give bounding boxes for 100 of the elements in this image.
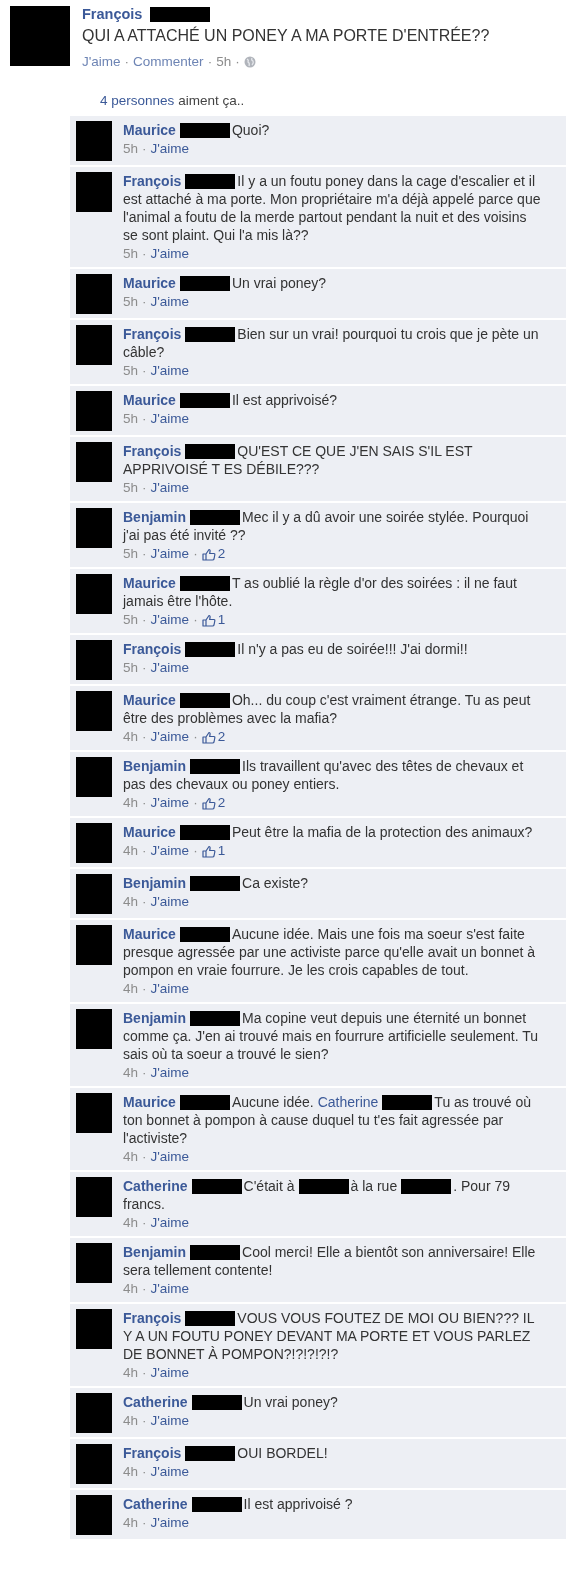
like-link[interactable]: J'aime [150, 293, 190, 311]
author-link[interactable]: François [82, 6, 143, 22]
author-link[interactable]: Maurice [123, 824, 176, 840]
author-link[interactable]: Maurice [123, 926, 176, 942]
comment-text: François QU'EST CE QUE J'EN SAIS S'IL EST APPRIVOISÉ T ES DÉBILE??? [123, 442, 474, 478]
timestamp: 4h [123, 1514, 139, 1532]
like-link[interactable]: J'aime [150, 1148, 190, 1166]
comment-text: Maurice Quoi? [123, 121, 271, 139]
avatar[interactable] [76, 574, 112, 614]
avatar[interactable] [76, 1243, 112, 1283]
separator-dot: · [141, 1514, 148, 1532]
like-link[interactable]: J'aime [150, 140, 190, 158]
like-link[interactable]: J'aime [150, 1064, 190, 1082]
mention-link[interactable]: Catherine [317, 1094, 379, 1110]
separator-dot: · [141, 893, 148, 911]
author-link[interactable]: François [123, 443, 182, 459]
like-link[interactable]: J'aime [150, 659, 190, 677]
likers-link[interactable]: 4 personnes [100, 93, 175, 108]
author-link[interactable]: Maurice [123, 275, 176, 291]
like-link[interactable]: J'aime [150, 1364, 190, 1382]
author-link[interactable]: Benjamin [123, 509, 186, 525]
avatar[interactable] [76, 325, 112, 365]
avatar[interactable] [76, 640, 112, 680]
redaction-bar [185, 174, 236, 189]
author-link[interactable]: Catherine [123, 1178, 188, 1194]
comment-text: Maurice T as oublié la règle d'or des soirées : il ne faut jamais être l'hôte. [123, 574, 518, 610]
redaction-bar [190, 510, 240, 525]
comment-text: François VOUS VOUS FOUTEZ DE MOI OU BIEN??? IL Y A UN FOUTU PONEY DEVANT MA PORTE ET VOUS PARLEZ DE BONNET À POMPON?!?!?!?!? [123, 1309, 535, 1363]
avatar[interactable] [76, 925, 112, 965]
avatar[interactable] [76, 172, 112, 212]
timestamp: 4h [123, 1214, 139, 1232]
avatar[interactable] [76, 1177, 112, 1217]
author-link[interactable]: Benjamin [123, 875, 186, 891]
avatar[interactable] [76, 1009, 112, 1049]
separator-dot: · [141, 1364, 148, 1382]
like-link[interactable]: J'aime [150, 1412, 190, 1430]
like-count[interactable]: 1 [201, 842, 226, 860]
like-link[interactable]: J'aime [150, 980, 190, 998]
separator-dot: · [206, 53, 214, 71]
like-count[interactable]: 2 [201, 545, 226, 563]
comment-text: Maurice Oh... du coup c'est vraiment étrange. Tu as peut être des problèmes avec la mafia? [123, 691, 532, 727]
avatar[interactable] [76, 508, 112, 548]
like-link[interactable]: J'aime [150, 245, 190, 263]
avatar[interactable] [76, 823, 112, 863]
avatar[interactable] [76, 1309, 112, 1349]
like-link[interactable]: J'aime [150, 410, 190, 428]
like-count[interactable]: 1 [201, 611, 226, 629]
like-link[interactable]: J'aime [150, 842, 190, 860]
like-link[interactable]: J'aime [150, 479, 190, 497]
avatar[interactable] [76, 1495, 112, 1535]
avatar[interactable] [76, 874, 112, 914]
avatar[interactable] [76, 121, 112, 161]
author-link[interactable]: Maurice [123, 392, 176, 408]
author-link[interactable]: Maurice [123, 1094, 176, 1110]
author-link[interactable]: Catherine [123, 1394, 188, 1410]
avatar[interactable] [76, 1444, 112, 1484]
author-link[interactable]: Maurice [123, 692, 176, 708]
separator-dot: · [123, 53, 131, 71]
like-link[interactable]: J'aime [150, 545, 190, 563]
avatar[interactable] [76, 1393, 112, 1433]
timestamp: 5h [123, 293, 139, 311]
like-count[interactable]: 2 [201, 794, 226, 812]
avatar[interactable] [76, 391, 112, 431]
like-link[interactable]: J'aime [150, 1214, 190, 1232]
author-link[interactable]: Benjamin [123, 758, 186, 774]
avatar[interactable] [76, 691, 112, 731]
redaction-bar [190, 1245, 240, 1260]
like-link[interactable]: J'aime [150, 362, 190, 380]
author-link[interactable]: Benjamin [123, 1244, 186, 1260]
author-link[interactable]: François [123, 173, 182, 189]
thumbs-up-icon [201, 730, 216, 744]
avatar[interactable] [10, 6, 70, 66]
author-link[interactable]: François [123, 326, 182, 342]
like-link[interactable]: J'aime [150, 794, 190, 812]
comment-text: François Il y a un foutu poney dans la cage d'escalier et il est attaché à ma porte. Mon propriétaire m'a déjà appelé parce que l'animal a foutu de la merde partout pendant la nuit et des voisins se sont plaint. Qui l'a mis là?? [123, 172, 542, 244]
avatar[interactable] [76, 442, 112, 482]
like-count[interactable]: 2 [201, 728, 226, 746]
separator-dot: · [141, 794, 148, 812]
action-link[interactable]: Commenter [133, 53, 204, 71]
author-link[interactable]: Maurice [123, 575, 176, 591]
author-link[interactable]: François [123, 1445, 182, 1461]
author-link[interactable]: Benjamin [123, 1010, 186, 1026]
avatar[interactable] [76, 757, 112, 797]
author-link[interactable]: Catherine [123, 1496, 188, 1512]
author-link[interactable]: François [123, 641, 182, 657]
timestamp: 5h [123, 410, 139, 428]
author-link[interactable]: François [123, 1310, 182, 1326]
avatar[interactable] [76, 274, 112, 314]
action-link[interactable]: J'aime [82, 53, 121, 71]
like-link[interactable]: J'aime [150, 1463, 190, 1481]
like-link[interactable]: J'aime [150, 893, 190, 911]
like-link[interactable]: J'aime [150, 611, 190, 629]
redaction-bar [185, 642, 236, 657]
like-link[interactable]: J'aime [150, 728, 190, 746]
separator-dot: · [141, 1064, 148, 1082]
like-link[interactable]: J'aime [150, 1514, 190, 1532]
author-link[interactable]: Maurice [123, 122, 176, 138]
like-link[interactable]: J'aime [150, 1280, 190, 1298]
thumbs-up-icon [201, 547, 216, 561]
avatar[interactable] [76, 1093, 112, 1133]
